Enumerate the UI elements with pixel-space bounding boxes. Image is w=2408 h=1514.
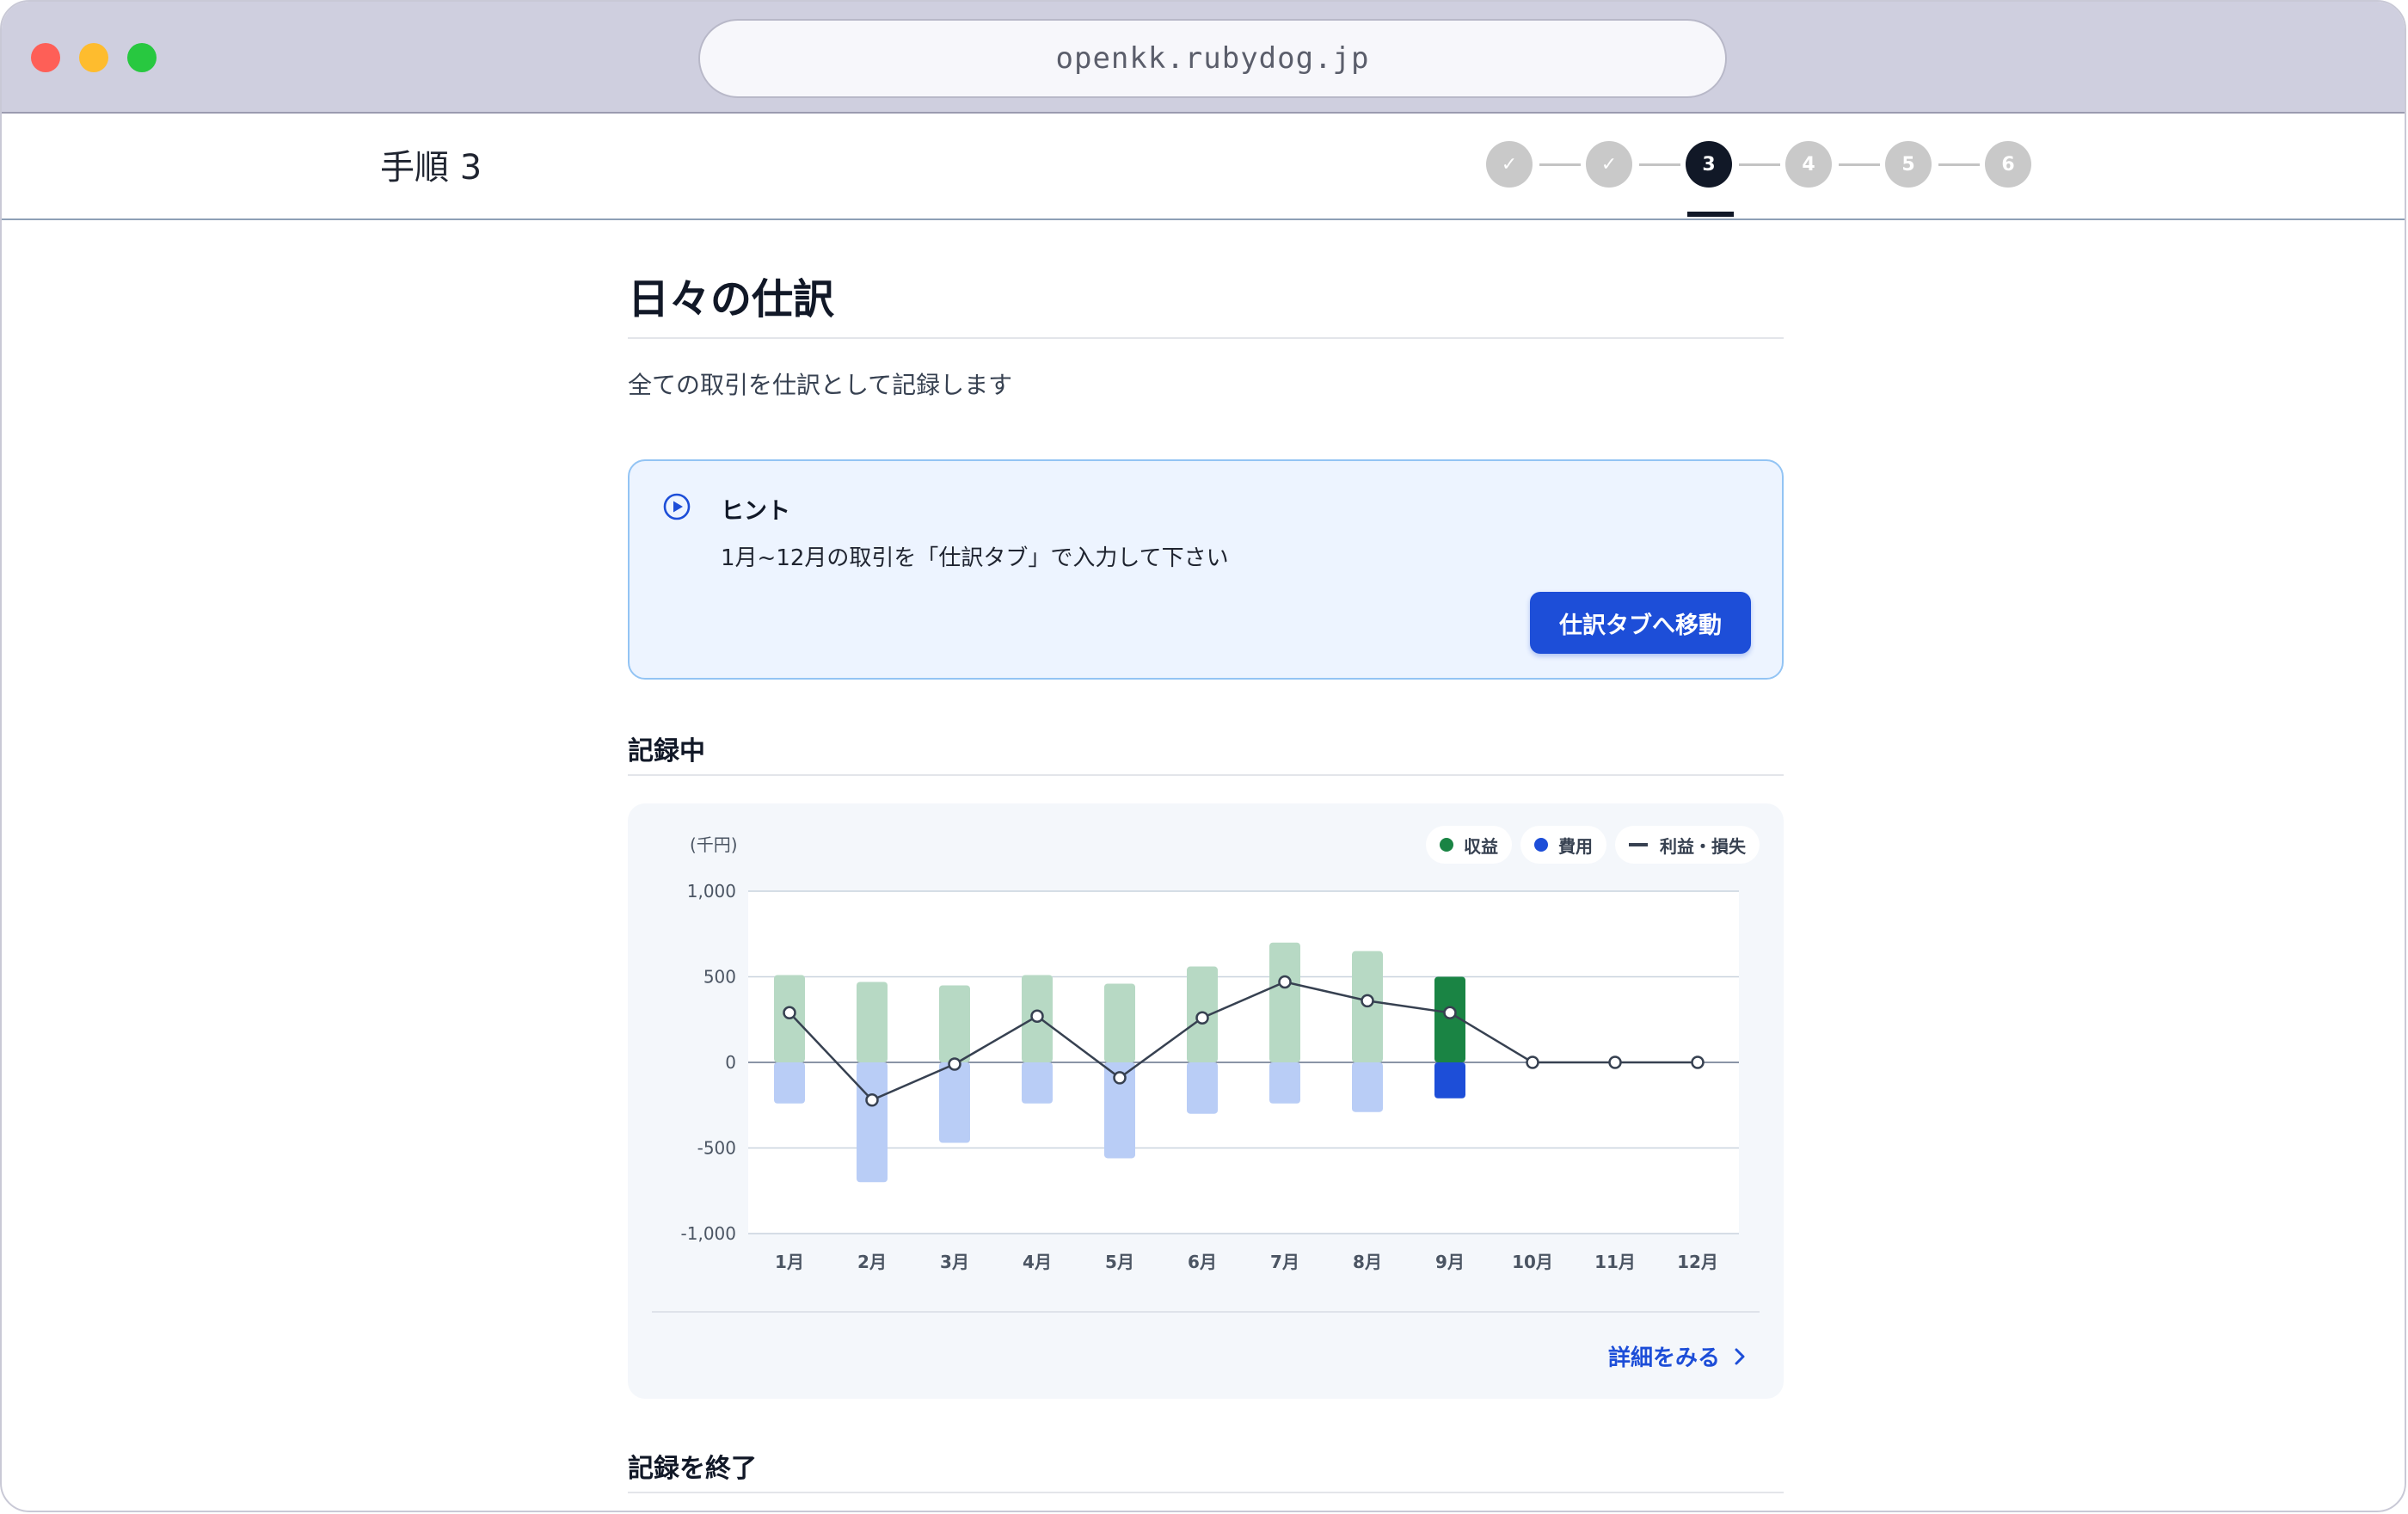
hint-title: ヒント: [721, 498, 790, 525]
y-tick-label: 0: [725, 1052, 736, 1073]
x-tick-label: 5月: [1105, 1252, 1134, 1272]
y-tick-label: -1,000: [681, 1223, 736, 1244]
step-connector: [1938, 163, 1980, 166]
x-tick-label: 4月: [1023, 1252, 1052, 1272]
address-bar[interactable]: openkk.rubydog.jp: [698, 19, 1727, 98]
revenue-bar: [1104, 983, 1135, 1062]
card-divider: [652, 1311, 1760, 1313]
profit-point: [865, 1093, 879, 1107]
x-tick-label: 3月: [940, 1252, 969, 1272]
section-divider: [628, 774, 1784, 776]
chevron-right-icon: [1735, 1348, 1745, 1364]
revenue-bar: [939, 985, 970, 1062]
close-window-button[interactable]: [31, 43, 60, 72]
profit-point: [1608, 1055, 1622, 1069]
page-title: 日々の仕訳: [628, 275, 835, 323]
y-tick-label: -500: [697, 1138, 736, 1159]
income-chart-card: (千円) 収益 費用 利益・損失 1,000 500 0 -500 -1,000 1月 2月…: [628, 803, 1784, 1399]
x-tick-label: 2月: [857, 1252, 887, 1272]
top-navigation: 手順 3 ✓ ✓ 3 4 5 6: [2, 114, 2405, 220]
step-title: 手順 3: [380, 148, 482, 188]
profit-point: [1113, 1071, 1127, 1085]
profit-point: [1443, 1006, 1457, 1020]
profit-point: [1526, 1055, 1539, 1069]
step-4[interactable]: 4: [1785, 141, 1832, 188]
maximize-window-button[interactable]: [127, 43, 157, 72]
step-1-done-icon[interactable]: ✓: [1486, 141, 1533, 188]
profit-point: [1278, 975, 1292, 989]
end-recording-section-title: 記録を終了: [628, 1454, 757, 1484]
recording-section-title: 記録中: [628, 736, 705, 766]
hint-text: 1月~12月の取引を「仕訳タブ」で入力して下さい: [721, 545, 1229, 571]
profit-point: [948, 1057, 961, 1071]
view-details-label: 詳細をみる: [1607, 1345, 1720, 1371]
step-connector: [1639, 163, 1680, 166]
view-details-link[interactable]: 詳細をみる: [1608, 1340, 1746, 1372]
income-expense-chart: 1,000 500 0 -500 -1,000 1月 2月 3月 4月 5月 6月 7月 8月 9月 10月…: [681, 881, 1739, 1272]
step-connector: [1839, 163, 1880, 166]
expense-bar: [939, 1062, 970, 1143]
hint-card: ヒント 1月~12月の取引を「仕訳タブ」で入力して下さい 仕訳タブへ移動: [628, 459, 1784, 680]
x-tick-label: 7月: [1270, 1252, 1299, 1272]
x-tick-label: 9月: [1435, 1252, 1465, 1272]
go-to-journal-tab-button[interactable]: 仕訳タブへ移動: [1530, 592, 1751, 654]
step-6[interactable]: 6: [1985, 141, 2031, 188]
expense-bar: [857, 1062, 888, 1183]
step-3-current[interactable]: 3: [1686, 141, 1732, 188]
y-tick-label: 500: [703, 967, 736, 988]
step-2-done-icon[interactable]: ✓: [1586, 141, 1632, 188]
profit-point: [1195, 1011, 1209, 1025]
x-tick-label: 8月: [1353, 1252, 1382, 1272]
active-step-indicator: [1687, 212, 1734, 217]
expense-bar: [1187, 1062, 1218, 1114]
x-tick-label: 1月: [775, 1252, 804, 1272]
y-tick-label: 1,000: [687, 881, 736, 902]
expense-bar: [1434, 1062, 1465, 1099]
expense-bar: [774, 1062, 805, 1104]
play-circle-icon: [663, 493, 691, 520]
profit-point: [783, 1006, 796, 1020]
x-tick-label: 10月: [1512, 1252, 1553, 1272]
page-subtitle: 全ての取引を仕訳として記録します: [628, 371, 1013, 399]
expense-bar: [1352, 1062, 1383, 1112]
step-connector: [1739, 163, 1780, 166]
minimize-window-button[interactable]: [79, 43, 108, 72]
x-tick-label: 11月: [1594, 1252, 1636, 1272]
expense-bar: [1022, 1062, 1053, 1104]
revenue-bar: [1269, 942, 1300, 1062]
profit-point: [1361, 994, 1374, 1008]
title-divider: [628, 337, 1784, 339]
step-connector: [1539, 163, 1581, 166]
profit-point: [1691, 1055, 1705, 1069]
browser-window: openkk.rubydog.jp 手順 3 ✓ ✓ 3 4 5 6 日々の仕訳…: [0, 0, 2406, 1512]
step-5[interactable]: 5: [1885, 141, 1932, 188]
browser-titlebar: openkk.rubydog.jp: [2, 2, 2405, 114]
x-tick-label: 12月: [1677, 1252, 1718, 1272]
expense-bar: [1269, 1062, 1300, 1104]
profit-point: [1030, 1009, 1044, 1024]
x-tick-label: 6月: [1188, 1252, 1217, 1272]
revenue-bar: [857, 982, 888, 1062]
section-divider: [628, 1492, 1784, 1493]
